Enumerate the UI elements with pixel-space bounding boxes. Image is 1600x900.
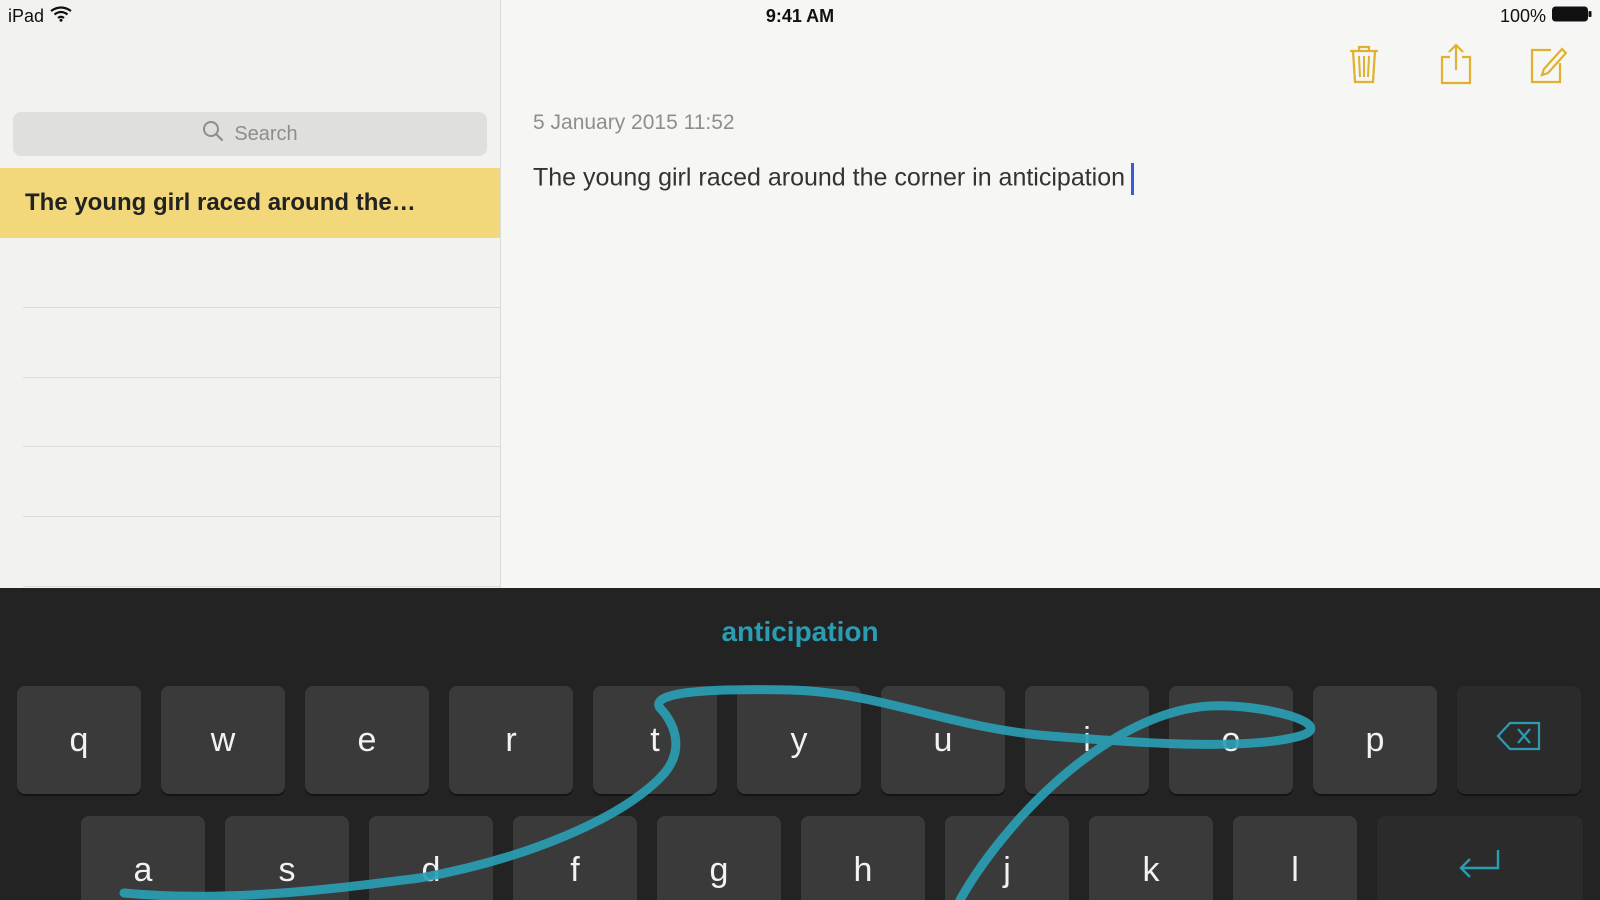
note-body-content: The young girl raced around the corner i… [533,163,1126,192]
search-placeholder: Search [234,122,298,145]
battery-icon [1552,6,1592,27]
text-cursor [1131,163,1135,195]
swipe-keyboard: anticipation q w e r t y u i o p a s d f… [0,588,1600,900]
key-t[interactable]: t [593,686,717,794]
word-suggestion[interactable]: anticipation [0,616,1600,648]
share-icon[interactable] [1436,42,1476,86]
note-date: 5 January 2015 11:52 [533,111,735,134]
status-time: 9:41 AM [765,6,835,26]
note-editor: 5 January 2015 11:52 The young girl race… [501,0,1600,588]
key-y[interactable]: y [737,686,861,794]
status-battery: 100% [1500,6,1592,27]
key-k[interactable]: k [1089,816,1213,900]
list-separator [23,446,500,447]
key-r[interactable]: r [449,686,573,794]
status-bar: iPad 9:41 AM 100% [0,0,1600,32]
notes-sidebar: Search The young girl raced around the… [0,0,501,588]
key-u[interactable]: u [881,686,1005,794]
key-d[interactable]: d [369,816,493,900]
list-separator [23,586,500,587]
trash-icon[interactable] [1344,42,1384,86]
list-separator [23,377,500,378]
compose-icon[interactable] [1528,42,1568,86]
key-a[interactable]: a [81,816,205,900]
key-i[interactable]: i [1025,686,1149,794]
key-q[interactable]: q [17,686,141,794]
key-h[interactable]: h [801,816,925,900]
search-input[interactable]: Search [13,112,487,156]
key-p[interactable]: p [1313,686,1437,794]
note-list-item-selected[interactable]: The young girl raced around the… [0,168,500,238]
key-w[interactable]: w [161,686,285,794]
return-key[interactable] [1377,816,1583,900]
battery-percent: 100% [1499,6,1546,26]
key-s[interactable]: s [225,816,349,900]
list-separator [23,307,500,308]
key-e[interactable]: e [305,686,429,794]
list-separator [23,516,500,517]
backspace-key[interactable] [1457,686,1581,794]
return-icon [1456,846,1504,895]
key-g[interactable]: g [657,816,781,900]
search-icon [202,120,224,148]
key-f[interactable]: f [513,816,637,900]
key-l[interactable]: l [1233,816,1357,900]
note-body-text[interactable]: The young girl raced around the corner i… [533,163,1135,195]
key-o[interactable]: o [1169,686,1293,794]
note-list-item-title: The young girl raced around the… [25,189,416,216]
key-j[interactable]: j [945,816,1069,900]
backspace-icon [1496,721,1542,760]
